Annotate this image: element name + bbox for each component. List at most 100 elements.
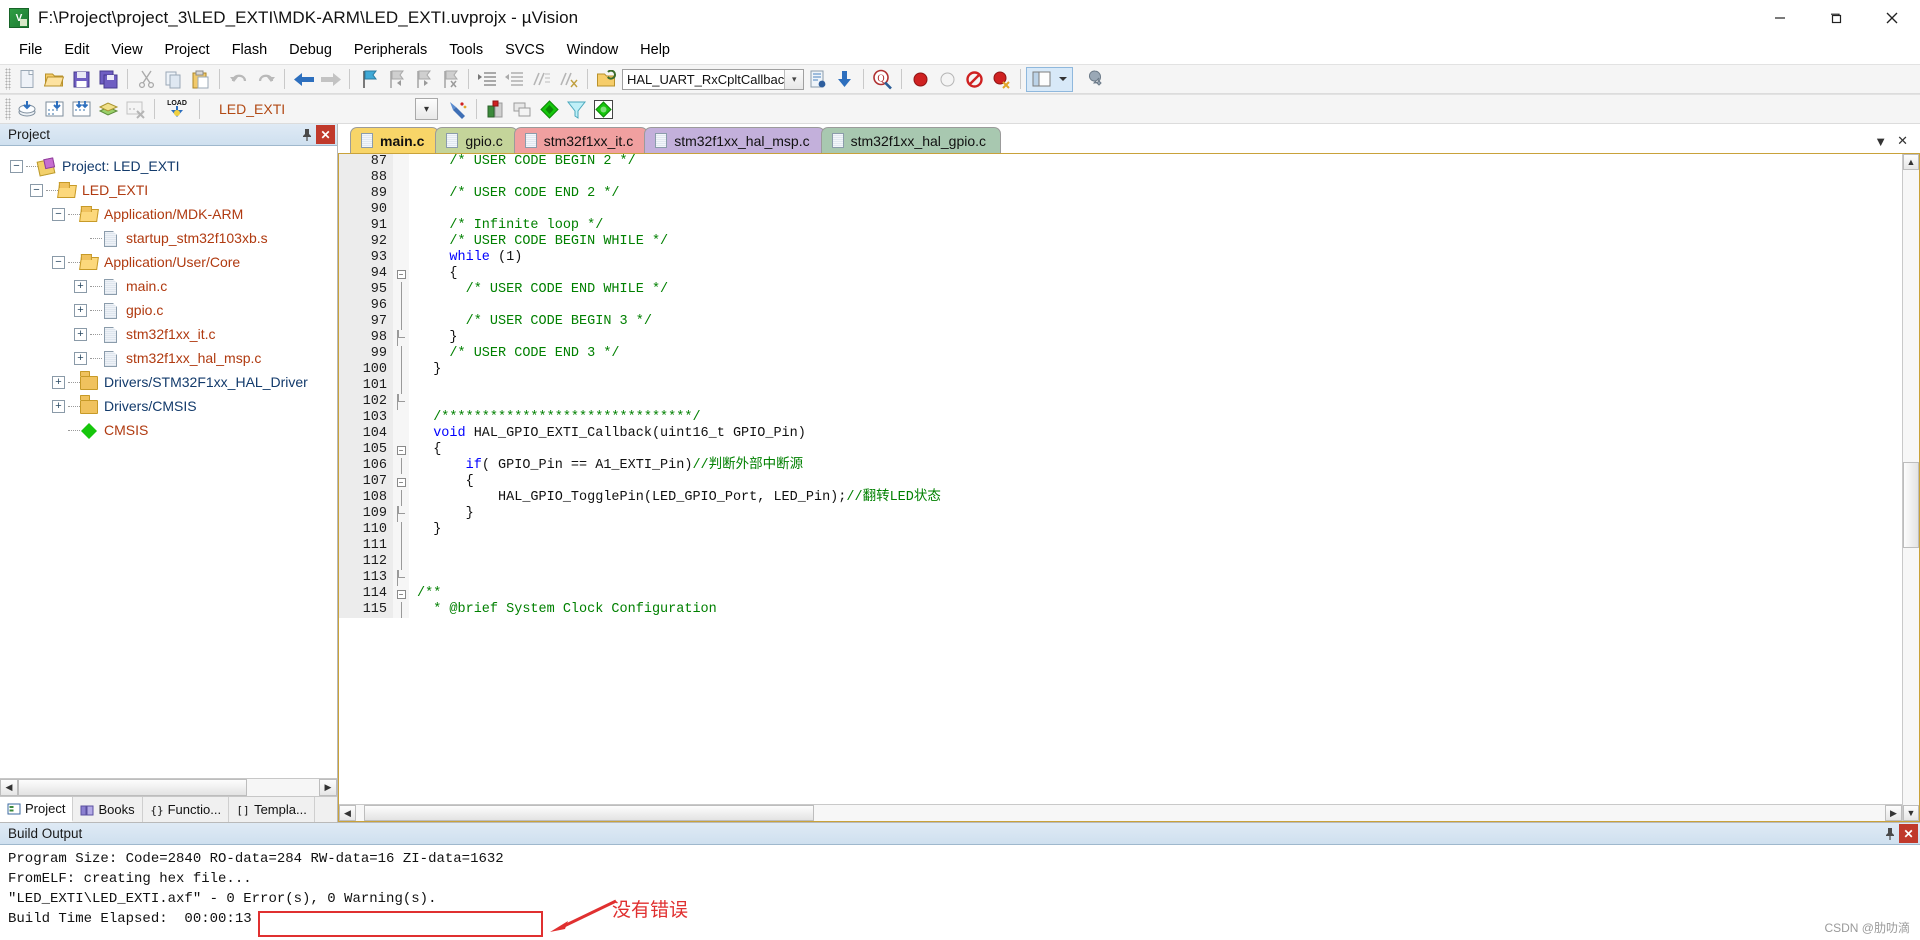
menu-help[interactable]: Help <box>629 38 681 62</box>
code-line[interactable]: 112 <box>339 554 1902 570</box>
tab-project[interactable]: Project <box>0 797 74 822</box>
window-layout-icon[interactable] <box>1028 66 1055 92</box>
tree-expander[interactable]: − <box>10 159 23 173</box>
configuration-wizard-icon[interactable] <box>1079 66 1106 92</box>
fold-marker[interactable]: − <box>393 586 409 602</box>
target-dropdown-icon[interactable]: ▾ <box>415 98 438 120</box>
paste-icon[interactable] <box>187 66 214 92</box>
redo-icon[interactable] <box>252 66 279 92</box>
code-line[interactable]: 114−/** <box>339 586 1902 602</box>
packs2-icon[interactable] <box>590 96 617 122</box>
toolbar-grip[interactable] <box>5 98 11 120</box>
close-button[interactable] <box>1864 0 1920 36</box>
pin-icon[interactable] <box>297 125 316 144</box>
open-file-icon[interactable] <box>41 66 68 92</box>
batch-build-icon[interactable] <box>95 96 122 122</box>
scroll-thumb[interactable] <box>18 779 247 796</box>
tab-templates[interactable]: [] Templa... <box>229 797 315 822</box>
build-icon[interactable] <box>41 96 68 122</box>
code-line[interactable]: 103 /*******************************/ <box>339 410 1902 426</box>
rebuild-icon[interactable] <box>68 96 95 122</box>
kill-breakpoints-icon[interactable] <box>988 66 1015 92</box>
new-file-icon[interactable] <box>14 66 41 92</box>
editor-tab-stm32f1xx-hal-msp-c[interactable]: stm32f1xx_hal_msp.c <box>644 127 825 153</box>
pin-icon[interactable] <box>1880 824 1899 843</box>
menu-svcs[interactable]: SVCS <box>494 38 556 62</box>
code-line[interactable]: 94− { <box>339 266 1902 282</box>
uncomment-icon[interactable] <box>555 66 582 92</box>
scroll-track[interactable] <box>356 805 1885 821</box>
bookmark-toggle-icon[interactable] <box>355 66 382 92</box>
load-icon[interactable]: LOAD <box>160 96 194 122</box>
tree-expander[interactable]: + <box>74 351 87 365</box>
outdent-icon[interactable] <box>501 66 528 92</box>
tree-node[interactable]: startup_stm32f103xb.s <box>6 226 337 250</box>
chevron-down-icon[interactable]: ▼ <box>1874 134 1887 149</box>
target-selector-value[interactable]: LED_EXTI <box>209 98 411 120</box>
scroll-thumb[interactable] <box>1903 462 1919 549</box>
project-hscrollbar[interactable]: ◀ ▶ <box>0 778 337 796</box>
code-line[interactable]: 102 <box>339 394 1902 410</box>
code-line[interactable]: 97 /* USER CODE BEGIN 3 */ <box>339 314 1902 330</box>
code-hscrollbar[interactable]: ◀ ▶ <box>339 804 1902 821</box>
code-panel[interactable]: 87 /* USER CODE BEGIN 2 */88 89 /* USER C… <box>339 154 1902 821</box>
tree-node[interactable]: − Application/User/Core <box>6 250 337 274</box>
tree-node[interactable]: CMSIS <box>6 418 337 442</box>
code-line[interactable]: 95 /* USER CODE END WHILE */ <box>339 282 1902 298</box>
tree-node[interactable]: − Application/MDK-ARM <box>6 202 337 226</box>
code-line[interactable]: 110 } <box>339 522 1902 538</box>
menu-edit[interactable]: Edit <box>53 38 100 62</box>
scroll-track[interactable] <box>18 779 319 796</box>
scroll-up-icon[interactable]: ▲ <box>1903 154 1919 170</box>
code-line[interactable]: 101 <box>339 378 1902 394</box>
fold-marker[interactable]: − <box>393 266 409 282</box>
target-options-icon[interactable] <box>444 96 471 122</box>
code-line[interactable]: 104 void HAL_GPIO_EXTI_Callback(uint16_t… <box>339 426 1902 442</box>
code-line[interactable]: 87 /* USER CODE BEGIN 2 */ <box>339 154 1902 170</box>
manage-run-time-env-icon[interactable] <box>509 96 536 122</box>
code-line[interactable]: 99 /* USER CODE END 3 */ <box>339 346 1902 362</box>
code-lines[interactable]: 87 /* USER CODE BEGIN 2 */88 89 /* USER C… <box>339 154 1902 804</box>
indent-icon[interactable] <box>474 66 501 92</box>
find-in-files-icon[interactable]: Q <box>869 66 896 92</box>
tree-node[interactable]: + Drivers/STM32F1xx_HAL_Driver <box>6 370 337 394</box>
tree-node[interactable]: + stm32f1xx_it.c <box>6 322 337 346</box>
tree-expander[interactable]: − <box>52 207 65 221</box>
tree-expander[interactable]: − <box>30 183 43 197</box>
undo-icon[interactable] <box>225 66 252 92</box>
fold-marker[interactable]: − <box>393 442 409 458</box>
cut-icon[interactable] <box>133 66 160 92</box>
code-line[interactable]: 109 } <box>339 506 1902 522</box>
editor-tab-stm32f1xx-hal-gpio-c[interactable]: stm32f1xx_hal_gpio.c <box>820 127 1002 153</box>
close-icon[interactable]: ✕ <box>1899 824 1918 843</box>
code-line[interactable]: 88 <box>339 170 1902 186</box>
code-line[interactable]: 96 <box>339 298 1902 314</box>
code-line[interactable]: 111 <box>339 538 1902 554</box>
code-line[interactable]: 107− { <box>339 474 1902 490</box>
tree-node[interactable]: + Drivers/CMSIS <box>6 394 337 418</box>
code-line[interactable]: 100 } <box>339 362 1902 378</box>
code-line[interactable]: 98 } <box>339 330 1902 346</box>
navigate-forward-icon[interactable] <box>317 66 344 92</box>
minimize-button[interactable] <box>1752 0 1808 36</box>
close-icon[interactable]: ✕ <box>316 125 335 144</box>
start-debug-icon[interactable] <box>907 66 934 92</box>
scroll-thumb[interactable] <box>364 805 814 821</box>
select-software-packs-icon[interactable] <box>563 96 590 122</box>
download-icon[interactable] <box>831 66 858 92</box>
toolbar-grip[interactable] <box>5 68 11 90</box>
scroll-right-icon[interactable]: ▶ <box>1885 805 1902 821</box>
code-line[interactable]: 108 HAL_GPIO_TogglePin(LED_GPIO_Port, LE… <box>339 490 1902 506</box>
tree-node[interactable]: + stm32f1xx_hal_msp.c <box>6 346 337 370</box>
tree-expander[interactable]: + <box>74 327 87 341</box>
open-function-icon[interactable] <box>593 66 620 92</box>
build-output-body[interactable]: Program Size: Code=2840 RO-data=284 RW-d… <box>0 845 1920 940</box>
code-line[interactable]: 113 <box>339 570 1902 586</box>
editor-tab-main-c[interactable]: main.c <box>350 127 440 153</box>
maximize-button[interactable] <box>1808 0 1864 36</box>
code-line[interactable]: 92 /* USER CODE BEGIN WHILE */ <box>339 234 1902 250</box>
menu-tools[interactable]: Tools <box>438 38 494 62</box>
function-combo[interactable]: HAL_UART_RxCpltCallbac ▾ <box>622 68 805 90</box>
menu-project[interactable]: Project <box>154 38 221 62</box>
tree-expander[interactable]: − <box>52 255 65 269</box>
